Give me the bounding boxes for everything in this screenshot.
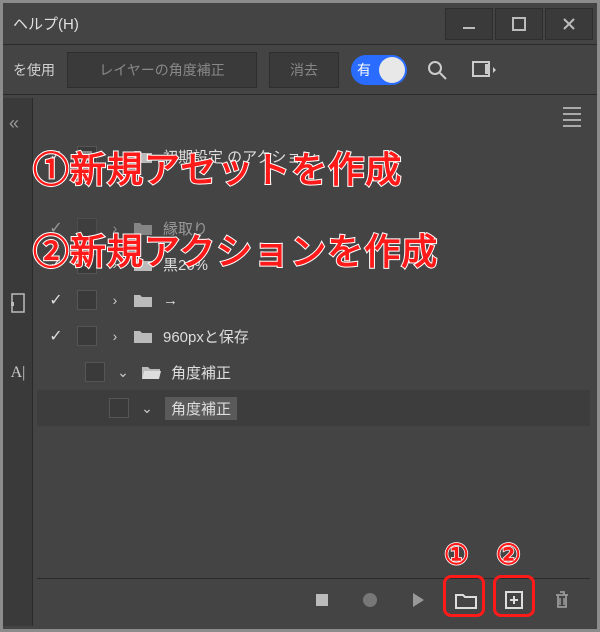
action-step-row[interactable]: ⌄ 角度補正	[37, 390, 590, 426]
action-row[interactable]: ✓ › →	[37, 282, 590, 318]
maximize-button[interactable]	[495, 8, 543, 40]
annotation-marker-1: ①	[444, 538, 469, 571]
annotation-highlight-1	[443, 575, 485, 617]
row-label: →	[163, 292, 178, 309]
close-button[interactable]	[545, 8, 593, 40]
annotation-text-1: ①新規アセットを作成	[33, 141, 402, 193]
options-bar: を使用 レイヤーの角度補正 消去 有	[3, 45, 597, 95]
annotation-text-2: ②新規アクションを作成	[33, 223, 438, 275]
dialog-toggle-icon[interactable]	[109, 398, 129, 418]
delete-button[interactable]	[548, 586, 576, 614]
collapse-icon[interactable]: «	[9, 113, 19, 134]
folder-icon	[133, 328, 153, 344]
folder-icon	[133, 292, 153, 308]
stop-button[interactable]	[308, 586, 336, 614]
chevron-down-icon[interactable]: ⌄	[139, 400, 155, 417]
dialog-toggle-icon[interactable]	[77, 326, 97, 346]
help-menu[interactable]: ヘルプ(H)	[13, 13, 79, 34]
tool-icon-text[interactable]: A|	[5, 358, 31, 388]
dialog-toggle-icon[interactable]	[77, 290, 97, 310]
panel-menu-button[interactable]	[560, 105, 584, 129]
chevron-down-icon[interactable]: ⌄	[115, 364, 131, 381]
use-label: を使用	[13, 60, 55, 80]
check-icon[interactable]: ✓	[45, 326, 67, 346]
window-controls	[443, 8, 593, 40]
folder-open-icon	[141, 364, 161, 380]
annotation-highlight-2	[493, 575, 535, 617]
row-label: 角度補正	[171, 362, 231, 383]
dialog-toggle-icon[interactable]	[85, 362, 105, 382]
row-label: 角度補正	[165, 397, 237, 420]
tool-icon-1[interactable]	[5, 288, 31, 318]
play-button[interactable]	[404, 586, 432, 614]
search-button[interactable]	[419, 52, 455, 88]
toggle-label: 有	[357, 60, 371, 80]
annotation-marker-2: ②	[496, 538, 521, 571]
clear-button[interactable]: 消去	[269, 52, 339, 88]
row-label: 960pxと保存	[163, 326, 249, 347]
toggle-switch[interactable]: 有	[351, 55, 407, 85]
action-row[interactable]: ✓ › 960pxと保存	[37, 318, 590, 354]
layer-angle-button[interactable]: レイヤーの角度補正	[67, 52, 257, 88]
record-button[interactable]	[356, 586, 384, 614]
panel-header	[37, 102, 590, 132]
chevron-right-icon[interactable]: ›	[107, 292, 123, 308]
dock-left: « A|	[3, 98, 33, 626]
titlebar: ヘルプ(H)	[3, 3, 597, 45]
workspace-button[interactable]	[467, 52, 503, 88]
chevron-right-icon[interactable]: ›	[107, 328, 123, 344]
action-row[interactable]: ⌄ 角度補正	[37, 354, 590, 390]
minimize-button[interactable]	[445, 8, 493, 40]
check-icon[interactable]: ✓	[45, 290, 67, 310]
